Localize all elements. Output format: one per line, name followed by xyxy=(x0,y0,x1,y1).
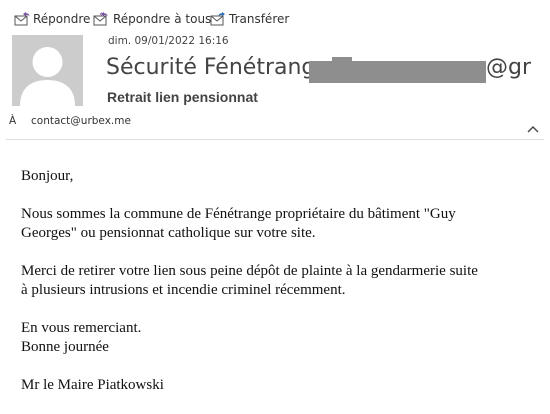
body-line: Bonne journée xyxy=(21,339,109,355)
body-line: à plusieurs intrusions et incendie crimi… xyxy=(21,282,346,298)
message-toolbar: Répondre Répondre à tous Transférer xyxy=(0,0,550,34)
reply-all-button[interactable]: Répondre à tous xyxy=(93,10,211,28)
body-paragraph: Nous sommes la commune de Fénétrange pro… xyxy=(21,205,541,243)
sender-avatar[interactable] xyxy=(12,35,83,106)
message-subject: Retrait lien pensionnat xyxy=(107,89,258,105)
body-line: Nous sommes la commune de Fénétrange pro… xyxy=(21,206,456,222)
body-line: Merci de retirer votre lien sous peine d… xyxy=(21,263,478,279)
body-paragraph: Merci de retirer votre lien sous peine d… xyxy=(21,262,541,300)
reply-all-icon xyxy=(93,12,110,26)
recipient-address[interactable]: contact@urbex.me xyxy=(31,115,131,127)
signature: Mr le Maire Piatkowski xyxy=(21,376,541,395)
redaction-block xyxy=(309,61,486,83)
message-date: dim. 09/01/2022 16:16 xyxy=(108,35,229,47)
person-icon xyxy=(20,47,75,106)
forward-icon xyxy=(210,12,226,26)
reply-icon xyxy=(14,12,30,26)
reply-all-label: Répondre à tous xyxy=(113,12,212,26)
body-line: Georges" ou pensionnat catholique sur vo… xyxy=(21,225,316,241)
collapse-header-button[interactable] xyxy=(526,120,540,133)
forward-button[interactable]: Transférer xyxy=(210,10,289,28)
reply-button[interactable]: Répondre xyxy=(14,10,90,28)
closing: En vous remerciant. Bonne journée xyxy=(21,319,541,357)
reply-label: Répondre xyxy=(33,12,91,26)
header-divider xyxy=(6,139,544,140)
body-line: En vous remerciant. xyxy=(21,320,142,336)
chevron-up-icon xyxy=(527,126,539,133)
sender-line[interactable]: Sécurité Fénétrange < @gr xyxy=(106,55,546,89)
body-line: Mr le Maire Piatkowski xyxy=(21,377,164,393)
greeting: Bonjour, xyxy=(21,167,541,186)
forward-label: Transférer xyxy=(229,12,290,26)
sender-email-domain: @gr xyxy=(486,55,532,80)
body-line: Bonjour, xyxy=(21,168,74,184)
message-body: Bonjour, Nous sommes la commune de Fénét… xyxy=(21,167,541,414)
to-label: À xyxy=(9,115,17,127)
